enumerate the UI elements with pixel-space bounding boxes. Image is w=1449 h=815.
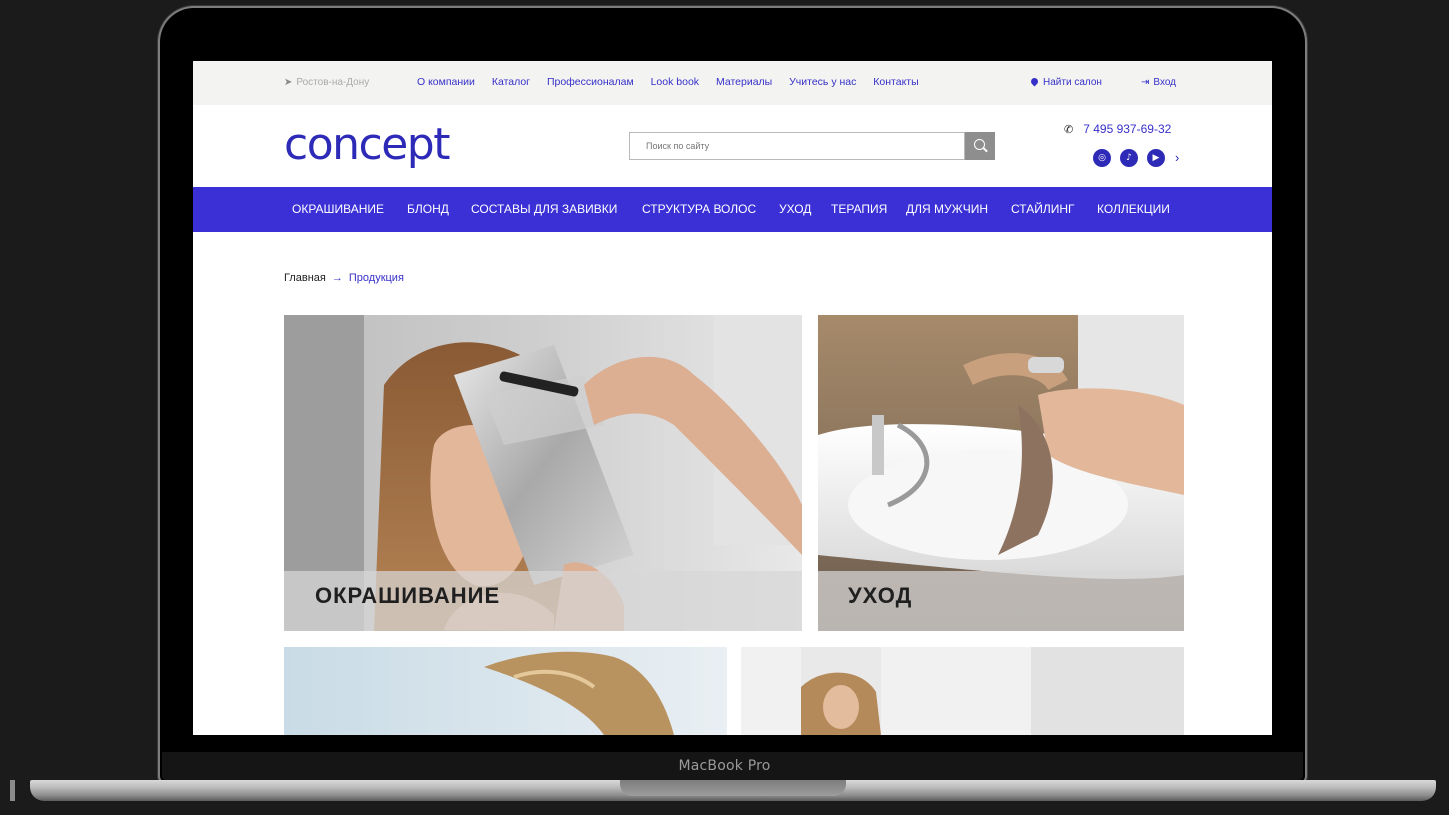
category-nav: ОКРАШИВАНИЕ БЛОНД СОСТАВЫ ДЛЯ ЗАВИВКИ СТ… — [193, 187, 1272, 232]
top-nav-catalog[interactable]: Каталог — [492, 76, 530, 88]
tile-label-care: УХОД — [848, 583, 913, 608]
site-logo[interactable]: concept — [284, 119, 450, 170]
site-header: concept ✆ 7 495 937-69-32 ◎ ♪ ▶ › — [193, 105, 1272, 187]
breadcrumb-home[interactable]: Главная — [284, 272, 326, 284]
top-nav-about[interactable]: О компании — [417, 76, 475, 88]
category-blond[interactable]: БЛОНД — [407, 202, 449, 216]
city-selector[interactable]: ➤ Ростов-на-Дону — [284, 77, 369, 88]
category-tile-3[interactable] — [284, 647, 727, 735]
hair-photo — [284, 647, 727, 735]
phone-icon: ✆ — [1064, 124, 1074, 136]
tile-label-coloring: ОКРАШИВАНИЕ — [315, 583, 501, 608]
login-label: Вход — [1153, 77, 1177, 88]
top-nav-lookbook[interactable]: Look book — [651, 76, 699, 88]
category-tile-care[interactable]: УХОД — [818, 315, 1184, 631]
map-pin-icon — [1029, 76, 1040, 87]
top-nav-contacts[interactable]: Контакты — [873, 76, 918, 88]
top-nav: О компании Каталог Профессионалам Look b… — [417, 76, 933, 88]
breadcrumb-current: Продукция — [348, 272, 404, 284]
login-icon: ⇥ — [1141, 77, 1150, 88]
find-salon-label: Найти салон — [1043, 77, 1102, 88]
category-tile-coloring[interactable]: ОКРАШИВАНИЕ — [284, 315, 802, 631]
search-box — [629, 132, 965, 160]
laptop-notch — [620, 780, 846, 796]
laptop-model-label: MacBook Pro — [678, 758, 771, 774]
browser-screen: ➤ Ростов-на-Дону О компании Каталог Профе… — [193, 61, 1272, 735]
phone-link[interactable]: ✆ 7 495 937-69-32 — [1064, 122, 1171, 136]
instagram-icon[interactable]: ◎ — [1093, 149, 1111, 167]
category-collections[interactable]: КОЛЛЕКЦИИ — [1097, 202, 1170, 216]
category-styling[interactable]: СТАЙЛИНГ — [1011, 202, 1075, 216]
location-arrow-icon: ➤ — [284, 77, 293, 88]
category-therapy[interactable]: ТЕРАПИЯ — [831, 202, 887, 216]
phone-number: 7 495 937-69-32 — [1083, 122, 1172, 136]
category-coloring[interactable]: ОКРАШИВАНИЕ — [292, 202, 384, 216]
search-icon-handle — [983, 147, 988, 153]
city-label: Ростов-на-Дону — [296, 77, 370, 88]
youtube-icon[interactable]: ▶ — [1147, 149, 1165, 167]
chevron-right-icon[interactable]: › — [1175, 150, 1179, 165]
breadcrumb: Главная → Продукция — [284, 272, 404, 284]
category-tile-4[interactable] — [741, 647, 1184, 735]
salon-photo — [741, 647, 1184, 735]
top-nav-learn[interactable]: Учитесь у нас — [789, 76, 856, 88]
category-men[interactable]: ДЛЯ МУЖЧИН — [906, 202, 988, 216]
category-care[interactable]: УХОД — [779, 202, 811, 216]
find-salon-link[interactable]: Найти салон — [1029, 76, 1102, 88]
search-input[interactable] — [644, 133, 948, 159]
top-bar: ➤ Ростов-на-Дону О компании Каталог Профе… — [193, 61, 1272, 105]
login-link[interactable]: ⇥ Вход — [1141, 77, 1176, 88]
tiktok-icon[interactable]: ♪ — [1120, 149, 1138, 167]
category-perm[interactable]: СОСТАВЫ ДЛЯ ЗАВИВКИ — [471, 202, 617, 216]
category-structure[interactable]: СТРУКТУРА ВОЛОС — [642, 202, 756, 216]
arrow-right-icon: → — [331, 272, 343, 284]
search-button[interactable] — [965, 132, 995, 160]
laptop-base-edge — [10, 780, 15, 801]
top-nav-professionals[interactable]: Профессионалам — [547, 76, 634, 88]
top-nav-materials[interactable]: Материалы — [716, 76, 772, 88]
